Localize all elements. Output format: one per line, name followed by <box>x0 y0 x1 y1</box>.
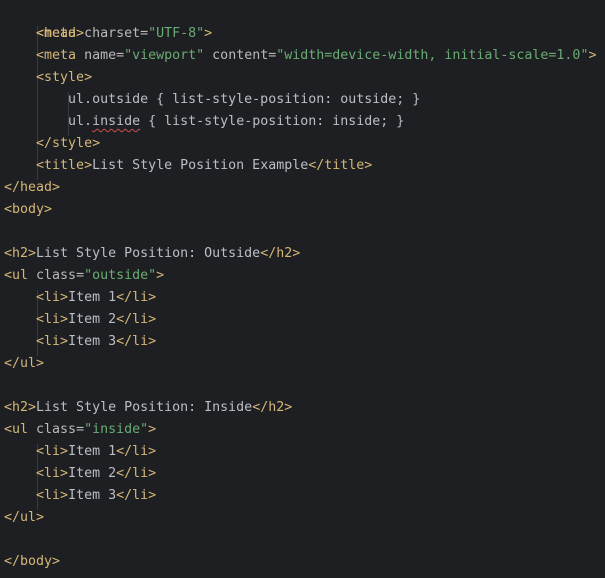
tag-li-close: </li> <box>116 290 157 305</box>
code-line-3[interactable]: <meta name="viewport" content="width=dev… <box>4 45 596 67</box>
code-line-7[interactable]: </style> <box>4 133 100 155</box>
code-line-2[interactable]: <meta charset="UTF-8"> <box>4 23 212 45</box>
tag-title-open: <title> <box>36 158 93 173</box>
code-line-12[interactable]: <h2>List Style Position: Outside</h2> <box>4 243 300 265</box>
code-line-24[interactable]: </ul> <box>4 507 44 529</box>
tag-close-bracket: > <box>204 26 213 41</box>
tag-meta: <meta <box>36 48 77 63</box>
tag-li-open: <li> <box>36 444 69 459</box>
tag-li-open: <li> <box>36 290 69 305</box>
tag-head-close: </head> <box>4 180 61 195</box>
string-utf8: "UTF-8" <box>148 26 205 41</box>
code-line-21[interactable]: <li>Item 1</li> <box>4 441 156 463</box>
css-selector-warning: inside <box>92 114 141 129</box>
li-text: Item 3 <box>68 334 117 349</box>
tag-h2-open: <h2> <box>4 246 37 261</box>
tag-li-close: </li> <box>116 312 157 327</box>
string-viewport: "viewport" <box>124 48 205 63</box>
tag-close-bracket: > <box>156 268 165 283</box>
code-line-15[interactable]: <li>Item 2</li> <box>4 309 156 331</box>
css-rule: { list-style-position: inside; } <box>140 114 405 129</box>
tag-body-open: <body> <box>4 202 53 217</box>
li-text: Item 1 <box>68 444 117 459</box>
tag-h2-close: </h2> <box>260 246 301 261</box>
code-line-9[interactable]: </head> <box>4 177 60 199</box>
code-line-19[interactable]: <h2>List Style Position: Inside</h2> <box>4 397 292 419</box>
title-text: List Style Position Example <box>92 158 309 173</box>
attr-content: content= <box>204 48 277 63</box>
li-text: Item 1 <box>68 290 117 305</box>
h2-text: List Style Position: Outside <box>36 246 261 261</box>
css-selector: ul.outside <box>68 92 149 107</box>
attr-class: class= <box>28 268 85 283</box>
tag-li-open: <li> <box>36 488 69 503</box>
tag-li-close: </li> <box>116 466 157 481</box>
string-outside: "outside" <box>84 268 157 283</box>
tag-ul-close: </ul> <box>4 510 45 525</box>
code-line-1[interactable]: <head> <box>4 1 84 41</box>
tag-style-open: <style> <box>36 70 93 85</box>
code-line-20[interactable]: <ul class="inside"> <box>4 419 156 441</box>
tag-body-close: </body> <box>4 554 61 569</box>
css-selector: ul. <box>68 114 93 129</box>
tag-ul-open: <ul <box>4 422 29 437</box>
attr-class: class= <box>28 422 85 437</box>
code-line-17[interactable]: </ul> <box>4 353 44 375</box>
string-content: "width=device-width, initial-scale=1.0" <box>276 48 589 63</box>
code-line-22[interactable]: <li>Item 2</li> <box>4 463 156 485</box>
tag-title-close: </title> <box>308 158 373 173</box>
attr-name: name= <box>76 48 125 63</box>
h2-text: List Style Position: Inside <box>36 400 253 415</box>
tag-h2-open: <h2> <box>4 400 37 415</box>
tag-ul-open: <ul <box>4 268 29 283</box>
code-editor[interactable]: <head> <meta charset="UTF-8"> <meta name… <box>0 0 605 578</box>
tag-li-open: <li> <box>36 312 69 327</box>
tag-meta: <meta <box>36 26 77 41</box>
li-text: Item 2 <box>68 312 117 327</box>
tag-li-close: </li> <box>116 488 157 503</box>
code-line-14[interactable]: <li>Item 1</li> <box>4 287 156 309</box>
tag-h2-close: </h2> <box>252 400 293 415</box>
code-line-16[interactable]: <li>Item 3</li> <box>4 331 156 353</box>
css-rule: { list-style-position: outside; } <box>148 92 421 107</box>
tag-close-bracket: > <box>148 422 157 437</box>
code-line-5[interactable]: ul.outside { list-style-position: outsid… <box>4 89 420 111</box>
string-inside: "inside" <box>84 422 149 437</box>
code-line-10[interactable]: <body> <box>4 199 52 221</box>
attr-charset: charset= <box>76 26 149 41</box>
code-line-23[interactable]: <li>Item 3</li> <box>4 485 156 507</box>
li-text: Item 2 <box>68 466 117 481</box>
code-line-4[interactable]: <style> <box>4 67 92 89</box>
tag-ul-close: </ul> <box>4 356 45 371</box>
tag-li-close: </li> <box>116 334 157 349</box>
tag-li-open: <li> <box>36 334 69 349</box>
li-text: Item 3 <box>68 488 117 503</box>
code-line-6[interactable]: ul.inside { list-style-position: inside;… <box>4 111 404 133</box>
tag-li-open: <li> <box>36 466 69 481</box>
code-line-8[interactable]: <title>List Style Position Example</titl… <box>4 155 372 177</box>
tag-close-bracket: > <box>588 48 597 63</box>
tag-style-close: </style> <box>36 136 101 151</box>
code-line-13[interactable]: <ul class="outside"> <box>4 265 164 287</box>
code-line-26[interactable]: </body> <box>4 551 60 573</box>
tag-li-close: </li> <box>116 444 157 459</box>
